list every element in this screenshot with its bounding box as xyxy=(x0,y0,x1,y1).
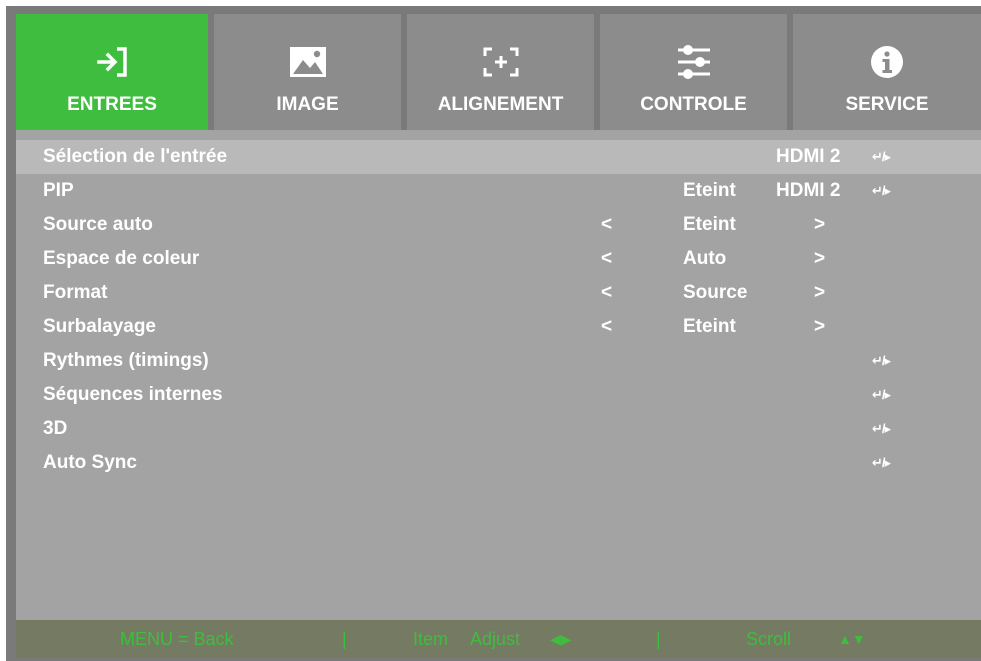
menu-item-label: Sélection de l'entrée xyxy=(43,146,228,167)
tab-bar: ENTREES IMAGE ALIGNEMENT CONTROLE SERVIC… xyxy=(16,14,981,130)
left-right-arrows-icon: ◀▶ xyxy=(550,631,572,647)
menu-item-selection-entree[interactable]: Sélection de l'entrée HDMI 2 ↵/▸ xyxy=(16,140,981,174)
help-divider: | xyxy=(342,629,347,649)
menu-item-source: HDMI 2 xyxy=(776,180,841,201)
left-arrow-icon[interactable]: < xyxy=(601,242,612,276)
menu-item-label: Source auto xyxy=(43,214,153,235)
menu-item-pip[interactable]: PIP Eteint HDMI 2 ↵/▸ xyxy=(16,174,981,208)
menu-item-value: Eteint xyxy=(683,214,736,235)
menu-item-value: Eteint xyxy=(683,180,736,201)
menu-item-value: Auto xyxy=(683,248,727,269)
tab-label: ALIGNEMENT xyxy=(437,94,564,115)
menu-list: Sélection de l'entrée HDMI 2 ↵/▸ PIP Ete… xyxy=(16,140,981,480)
tab-service[interactable]: SERVICE xyxy=(793,14,981,130)
help-divider: | xyxy=(656,629,661,649)
right-arrow-icon[interactable]: > xyxy=(814,276,825,310)
image-icon xyxy=(214,44,401,80)
menu-item-label: Format xyxy=(43,282,108,303)
menu-item-label: 3D xyxy=(43,418,68,439)
info-icon xyxy=(793,44,981,80)
help-adjust: Adjust xyxy=(470,629,521,649)
help-back: MENU = Back xyxy=(120,629,234,649)
menu-item-label: PIP xyxy=(43,180,74,201)
left-arrow-icon[interactable]: < xyxy=(601,208,612,242)
enter-icon[interactable]: ↵/▸ xyxy=(872,344,891,378)
menu-item-source: HDMI 2 xyxy=(776,146,841,167)
tab-controle[interactable]: CONTROLE xyxy=(600,14,787,130)
help-scroll: Scroll xyxy=(746,629,792,649)
enter-icon[interactable]: ↵/▸ xyxy=(872,412,891,446)
menu-item-format[interactable]: Format < Source > xyxy=(16,276,981,310)
left-arrow-icon[interactable]: < xyxy=(601,276,612,310)
menu-item-label: Espace de coleur xyxy=(43,248,200,269)
menu-item-label: Auto Sync xyxy=(43,452,137,473)
enter-icon[interactable]: ↵/▸ xyxy=(872,446,891,480)
help-item: Item xyxy=(413,629,449,649)
right-arrow-icon[interactable]: > xyxy=(814,310,825,344)
osd-menu: ENTREES IMAGE ALIGNEMENT CONTROLE SERVIC… xyxy=(16,14,981,658)
tab-label: IMAGE xyxy=(276,94,339,115)
enter-icon[interactable]: ↵/▸ xyxy=(872,378,891,412)
sliders-icon xyxy=(600,44,787,80)
menu-item-value: Eteint xyxy=(683,316,736,337)
tab-alignement[interactable]: ALIGNEMENT xyxy=(407,14,594,130)
tab-entrees[interactable]: ENTREES xyxy=(16,14,208,130)
help-bar: MENU = Back | Item Adjust ◀▶ | Scroll ▲▼ xyxy=(16,620,981,658)
menu-item-espace-couleur[interactable]: Espace de coleur < Auto > xyxy=(16,242,981,276)
input-icon xyxy=(16,44,208,80)
tab-label: CONTROLE xyxy=(640,94,747,115)
right-arrow-icon[interactable]: > xyxy=(814,242,825,276)
left-arrow-icon[interactable]: < xyxy=(601,310,612,344)
menu-item-source-auto[interactable]: Source auto < Eteint > xyxy=(16,208,981,242)
menu-item-3d[interactable]: 3D ↵/▸ xyxy=(16,412,981,446)
enter-icon[interactable]: ↵/▸ xyxy=(872,174,891,208)
menu-item-auto-sync[interactable]: Auto Sync ↵/▸ xyxy=(16,446,981,480)
osd-frame: ENTREES IMAGE ALIGNEMENT CONTROLE SERVIC… xyxy=(6,6,981,661)
menu-item-label: Séquences internes xyxy=(43,384,223,405)
menu-item-sequences-internes[interactable]: Séquences internes ↵/▸ xyxy=(16,378,981,412)
enter-icon[interactable]: ↵/▸ xyxy=(872,140,891,174)
up-down-arrows-icon: ▲▼ xyxy=(838,631,866,647)
tab-image[interactable]: IMAGE xyxy=(214,14,401,130)
tab-label: ENTREES xyxy=(67,94,157,115)
alignment-icon xyxy=(407,44,594,80)
tab-label: SERVICE xyxy=(845,94,929,115)
menu-item-label: Rythmes (timings) xyxy=(43,350,209,371)
menu-item-value: Source xyxy=(683,282,748,303)
menu-item-rythmes[interactable]: Rythmes (timings) ↵/▸ xyxy=(16,344,981,378)
right-arrow-icon[interactable]: > xyxy=(814,208,825,242)
menu-item-surbalayage[interactable]: Surbalayage < Eteint > xyxy=(16,310,981,344)
menu-item-label: Surbalayage xyxy=(43,316,156,337)
